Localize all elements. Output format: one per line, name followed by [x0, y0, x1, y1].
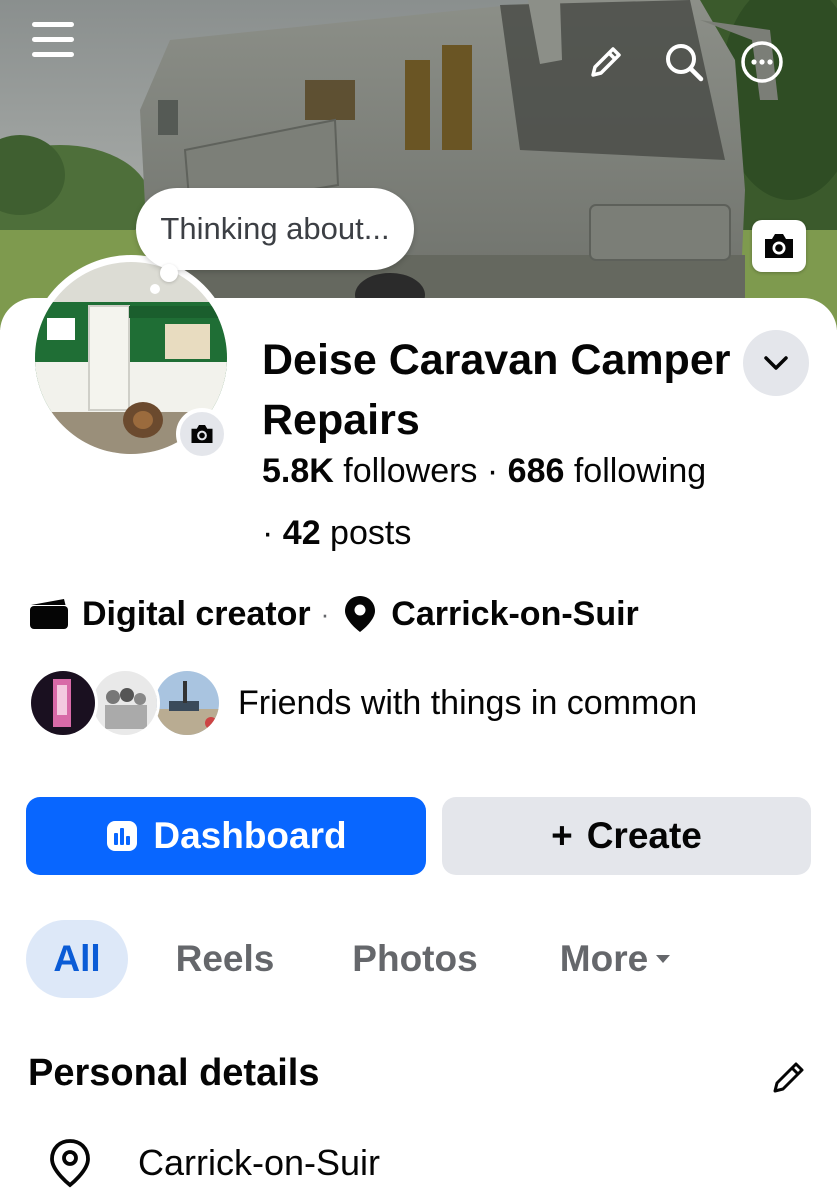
thought-bubble-text: Thinking about... [160, 211, 390, 246]
posts-stats: · 42 posts [262, 514, 411, 553]
menu-icon [32, 22, 74, 57]
menu-button[interactable] [22, 12, 84, 68]
caret-down-icon [654, 953, 672, 965]
profile-dropdown-button[interactable] [743, 330, 809, 396]
category-label: Digital creator [82, 594, 311, 633]
change-cover-photo-button[interactable] [752, 220, 806, 272]
friend-avatar [28, 668, 98, 738]
mutual-friends[interactable]: Friends with things in common [28, 668, 697, 738]
posts-prefix: · [262, 514, 283, 552]
search-button[interactable] [660, 38, 708, 86]
plus-icon: + [551, 815, 573, 856]
create-label: Create [586, 815, 702, 856]
followers-count[interactable]: 5.8K [262, 452, 334, 490]
personal-details-heading: Personal details [28, 1052, 320, 1094]
friends-in-common-text: Friends with things in common [238, 683, 698, 722]
camera-icon [191, 425, 213, 443]
tab-photos[interactable]: Photos [336, 920, 494, 998]
friend-avatar [90, 668, 160, 738]
tab-more[interactable]: More [546, 920, 686, 998]
chevron-down-icon [764, 356, 788, 370]
tab-more-label: More [559, 938, 649, 979]
posts-label: posts [320, 514, 412, 552]
more-options-button[interactable] [738, 38, 786, 86]
detail-location-text: Carrick-on-Suir [138, 1142, 381, 1183]
profile-meta: Digital creator · Carrick-on-Suir [28, 594, 639, 634]
dashboard-icon [105, 819, 139, 853]
pencil-icon [773, 1062, 804, 1093]
follow-stats: 5.8K followers · 686 following [262, 452, 706, 491]
followers-label[interactable]: followers · [334, 452, 508, 490]
page-title: Deise Caravan Camper Repairs [262, 336, 731, 444]
pencil-icon [591, 47, 621, 77]
camera-icon [765, 234, 793, 258]
following-label[interactable]: following [564, 452, 706, 490]
dashboard-label: Dashboard [153, 815, 347, 856]
search-icon [666, 44, 704, 82]
more-icon [741, 41, 783, 83]
meta-separator: · [320, 598, 330, 629]
tab-reels[interactable]: Reels [160, 920, 290, 998]
following-count[interactable]: 686 [508, 452, 565, 490]
change-profile-picture-button[interactable] [176, 408, 228, 460]
posts-count: 42 [282, 514, 321, 552]
location-label[interactable]: Carrick-on-Suir [391, 595, 639, 634]
edit-details-button[interactable] [764, 1052, 814, 1102]
thought-bubble[interactable]: Thinking about... [136, 188, 414, 270]
thought-bubble-tail [160, 264, 178, 282]
edit-cover-button[interactable] [582, 38, 630, 86]
clapperboard-icon [30, 599, 68, 629]
location-pin-icon [345, 596, 376, 632]
create-button[interactable]: + Create [442, 797, 811, 875]
thought-bubble-tail-small [150, 284, 160, 294]
friend-avatar [152, 668, 222, 738]
detail-row-location: Carrick-on-Suir [48, 1138, 380, 1188]
tab-all[interactable]: All [26, 920, 128, 998]
dashboard-button[interactable]: Dashboard [26, 797, 426, 875]
location-pin-icon [50, 1139, 90, 1188]
